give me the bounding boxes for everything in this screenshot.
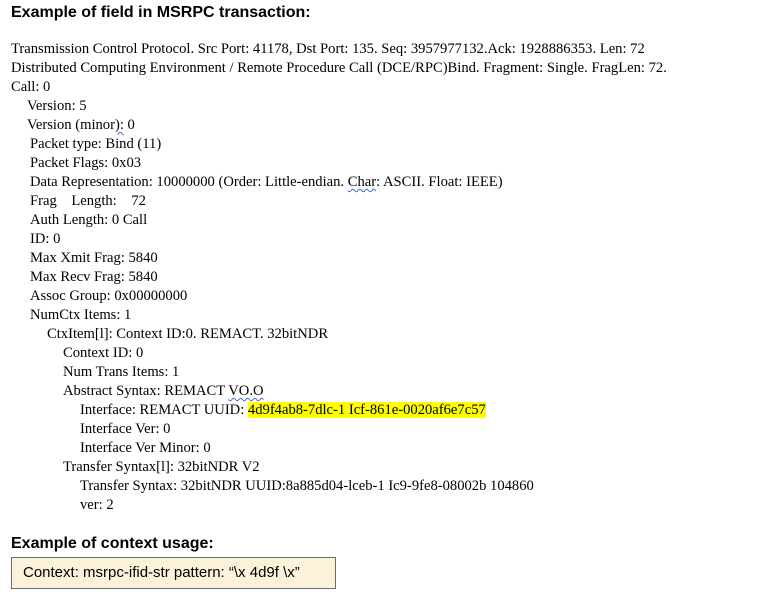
interface-ver-line: Interface Ver: 0: [80, 421, 171, 437]
spellcheck-squiggle: VO.O: [228, 383, 264, 399]
data-representation-line: Data Representation: 10000000 (Order: Li…: [30, 173, 503, 192]
ver-line: ver: 2: [80, 497, 114, 513]
version-minor-prefix: Version (minor: [27, 117, 115, 133]
assoc-group-line: Assoc Group: 0x00000000: [30, 288, 188, 304]
call-line: Call: 0: [11, 79, 51, 95]
frag-length-line: Frag Length: 72: [30, 193, 146, 209]
max-recv-frag-line: Max Recv Frag: 5840: [30, 269, 158, 285]
transfer-syntax-item-line: Transfer Syntax[l]: 32bitNDR V2: [63, 459, 260, 475]
packet-flags-line: Packet Flags: 0x03: [30, 155, 142, 171]
num-ctx-items-line: NumCtx Items: 1: [30, 307, 132, 323]
tcp-line: Transmission Control Protocol. Src Port:…: [11, 41, 645, 57]
max-xmit-frag-line: Max Xmit Frag: 5840: [30, 250, 158, 266]
data-rep-prefix: Data Representation: 10000000 (Order: Li…: [30, 174, 348, 190]
transfer-syntax-line: Transfer Syntax: 32bitNDR UUID:8a885d04-…: [80, 478, 534, 494]
packet-type-line: Packet type: Bind (11): [30, 136, 162, 152]
section-heading-context: Example of context usage:: [11, 535, 214, 552]
section-heading-transaction: Example of field in MSRPC transaction:: [11, 4, 311, 21]
id-line: ID: 0: [30, 231, 61, 247]
auth-length-line: Auth Length: 0 Call: [30, 212, 148, 228]
interface-uuid-line: Interface: REMACT UUID: 4d9f4ab8-7dlc-1 …: [80, 401, 486, 420]
spellcheck-squiggle: Char: [347, 174, 377, 190]
version-minor-line: Version (minor): 0: [27, 116, 135, 135]
dcerpc-line: Distributed Computing Environment / Remo…: [11, 60, 667, 76]
highlighted-uuid: 4d9f4ab8-7dlc-1 Icf-861e-0020af6e7c57: [247, 402, 486, 418]
version-minor-suffix: 0: [123, 117, 135, 133]
data-rep-suffix: : ASCII. Float: IEEE): [376, 174, 503, 190]
context-id-line: Context ID: 0: [63, 345, 144, 361]
num-trans-items-line: Num Trans Items: 1: [63, 364, 180, 380]
interface-ver-minor-line: Interface Ver Minor: 0: [80, 440, 211, 456]
context-example-box: Context: msrpc-ifid-str pattern: “\x 4d9…: [11, 557, 336, 589]
version-line: Version: 5: [27, 98, 87, 114]
interface-prefix: Interface: REMACT UUID:: [80, 402, 248, 418]
spellcheck-squiggle: ):: [114, 117, 124, 133]
abstract-syntax-prefix: Abstract Syntax: REMACT: [63, 383, 229, 399]
ctx-item-line: CtxItem[l]: Context ID:0. REMACT. 32bitN…: [47, 326, 329, 342]
abstract-syntax-line: Abstract Syntax: REMACT VO.O: [63, 382, 264, 401]
